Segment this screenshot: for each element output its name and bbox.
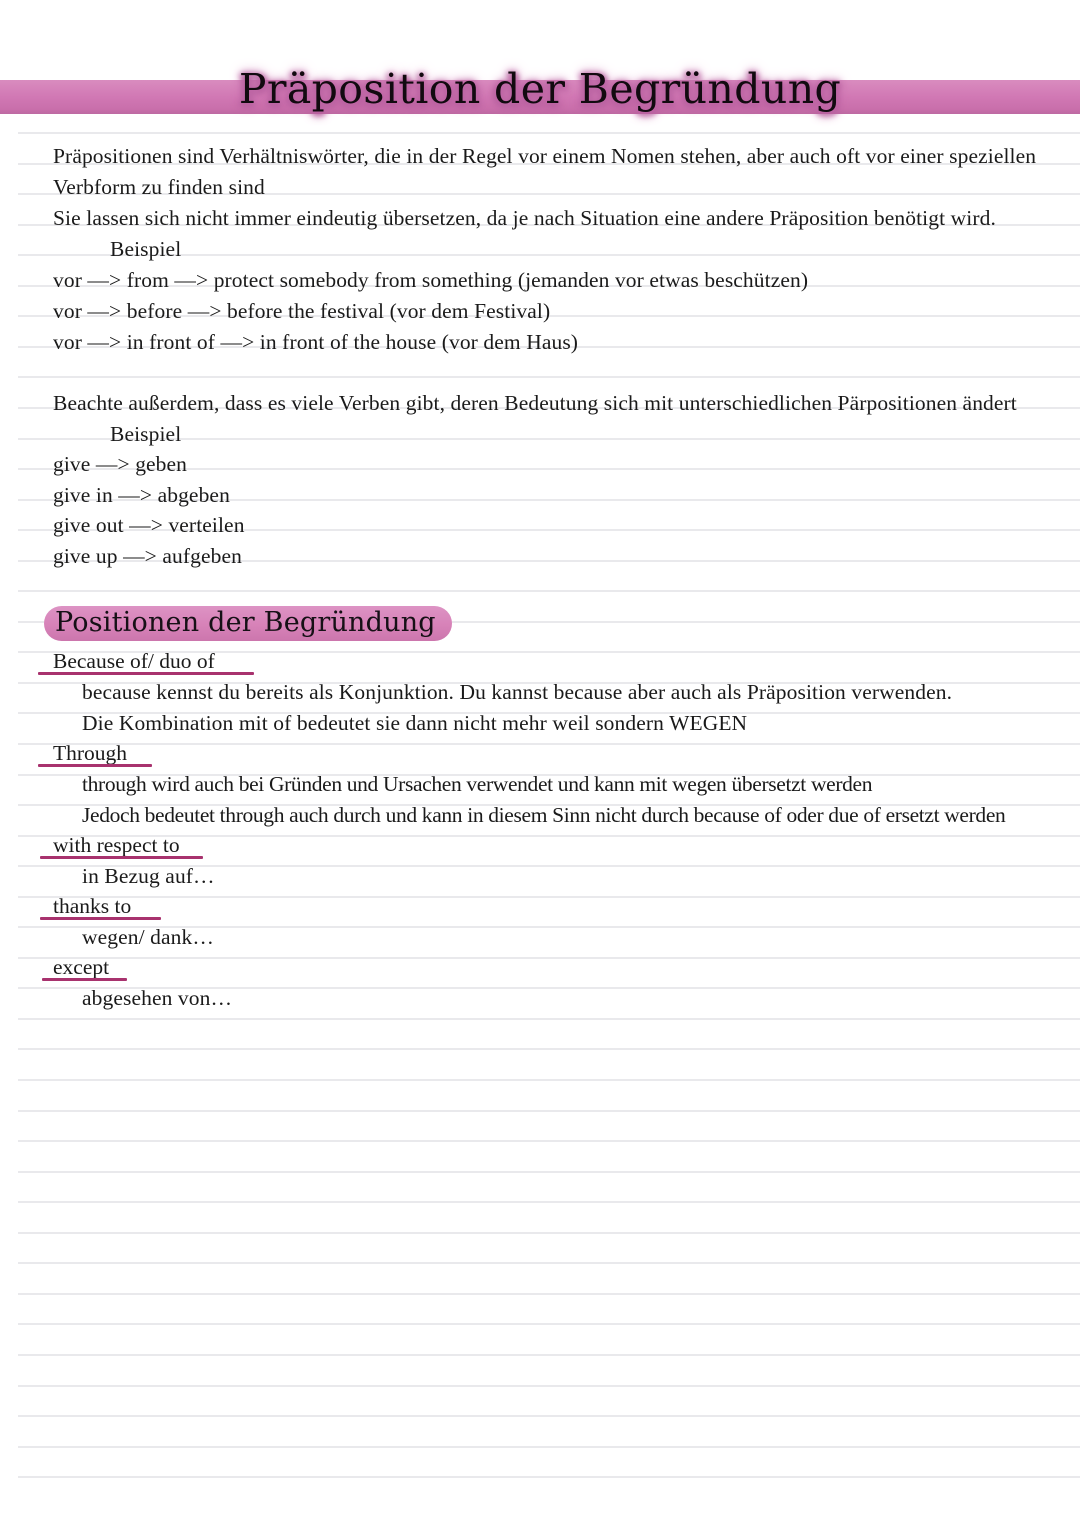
- note-line: Beachte außerdem, dass es viele Verben g…: [53, 391, 1017, 415]
- example-2-item-2: give in —> abgeben: [53, 483, 230, 507]
- entry-term-except: except: [53, 955, 110, 979]
- entry-through-body-1: through wird auch bei Gründen und Ursach…: [82, 772, 873, 796]
- entry-underline-with-respect-to: [40, 856, 203, 859]
- intro-line-1: Präpositionen sind Verhältniswörter, die…: [53, 144, 1037, 168]
- entry-underline-through: [38, 764, 152, 767]
- entry-underline-thanks-to: [40, 917, 161, 920]
- example-2-label: Beispiel: [110, 422, 182, 446]
- entry-term-with-respect-to: with respect to: [53, 833, 180, 857]
- example-2-item-4: give up —> aufgeben: [53, 544, 242, 568]
- entry-through-body-2: Jedoch bedeutet through auch durch und k…: [82, 803, 1006, 827]
- entry-term-thanks-to: thanks to: [53, 894, 132, 918]
- notes-content: Präposition der Begründung Präpositionen…: [0, 0, 1080, 1527]
- example-2-item-1: give —> geben: [53, 452, 188, 476]
- entry-because-of-body-2: Die Kombination mit of bedeutet sie dann…: [82, 711, 748, 735]
- entry-thanks-to-body-1: wegen/ dank…: [82, 925, 214, 949]
- notes-page: Präposition der Begründung Präpositionen…: [0, 0, 1080, 1527]
- example-1-item-3: vor —> in front of —> in front of the ho…: [53, 330, 579, 354]
- example-1-item-2: vor —> before —> before the festival (vo…: [53, 299, 551, 323]
- entry-term-because-of: Because of/ duo of: [53, 649, 215, 673]
- page-title: Präposition der Begründung: [238, 65, 842, 113]
- section-heading: Positionen der Begründung: [55, 607, 436, 638]
- entry-term-through: Through: [53, 741, 128, 765]
- entry-except-body-1: abgesehen von…: [82, 986, 233, 1010]
- entry-underline-because-of: [38, 672, 254, 675]
- entry-with-respect-to-body-1: in Bezug auf…: [82, 864, 215, 888]
- entry-underline-except: [42, 978, 127, 981]
- entry-because-of-body-1: because kennst du bereits als Konjunktio…: [82, 680, 953, 704]
- intro-line-2: Verbform zu finden sind: [53, 175, 265, 199]
- example-1-item-1: vor —> from —> protect somebody from som…: [53, 268, 809, 292]
- intro-line-3: Sie lassen sich nicht immer eindeutig üb…: [53, 206, 996, 230]
- example-2-item-3: give out —> verteilen: [53, 513, 245, 537]
- example-1-label: Beispiel: [110, 237, 182, 261]
